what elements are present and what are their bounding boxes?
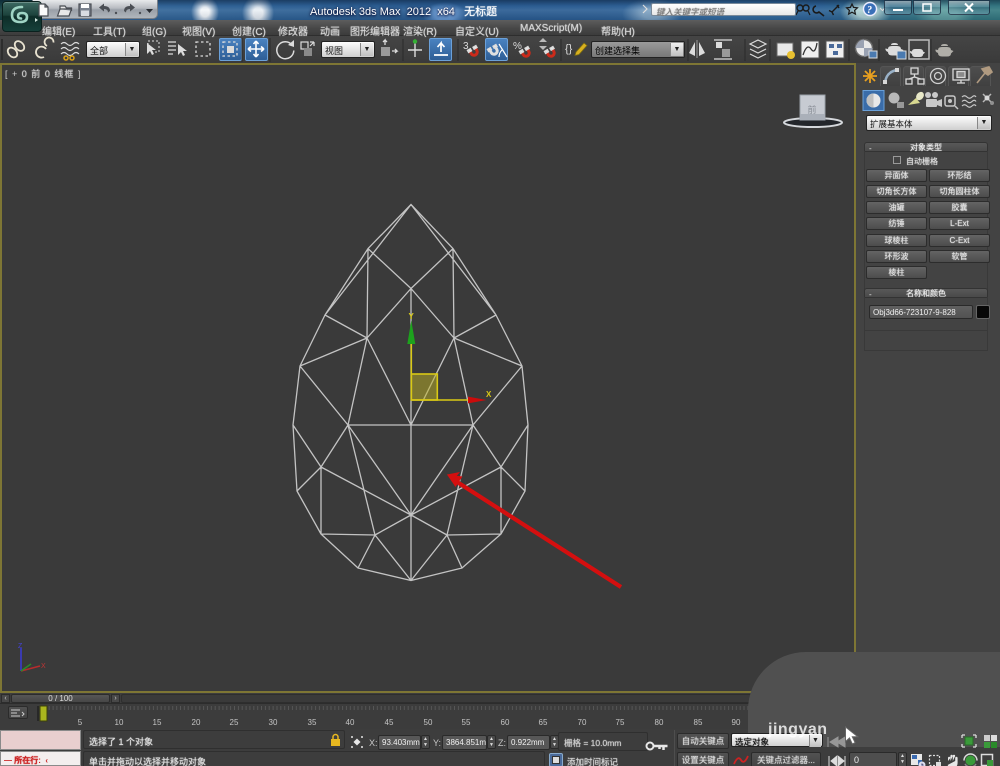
svg-text:85: 85 bbox=[694, 718, 703, 727]
svg-text:90: 90 bbox=[732, 718, 741, 727]
svg-text:65: 65 bbox=[539, 718, 548, 727]
svg-text:Z: Z bbox=[18, 643, 23, 650]
svg-text:55: 55 bbox=[462, 718, 471, 727]
svg-text:35: 35 bbox=[308, 718, 317, 727]
svg-text:?: ? bbox=[867, 5, 872, 16]
svg-text:10: 10 bbox=[115, 718, 124, 727]
svg-text:Y: Y bbox=[409, 312, 415, 321]
svg-text:前: 前 bbox=[807, 104, 816, 115]
svg-text:{}: {} bbox=[565, 43, 573, 55]
svg-text:X: X bbox=[41, 663, 46, 670]
svg-text:45: 45 bbox=[385, 718, 394, 727]
svg-text:60: 60 bbox=[501, 718, 510, 727]
svg-text:75: 75 bbox=[616, 718, 625, 727]
svg-text:X: X bbox=[486, 390, 492, 399]
svg-text:80: 80 bbox=[655, 718, 664, 727]
svg-text:25: 25 bbox=[230, 718, 239, 727]
svg-text:70: 70 bbox=[578, 718, 587, 727]
svg-text:50: 50 bbox=[424, 718, 433, 727]
svg-text:20: 20 bbox=[192, 718, 201, 727]
svg-text:40: 40 bbox=[346, 718, 355, 727]
svg-text:5: 5 bbox=[78, 718, 83, 727]
svg-text:30: 30 bbox=[269, 718, 278, 727]
svg-text:15: 15 bbox=[153, 718, 162, 727]
